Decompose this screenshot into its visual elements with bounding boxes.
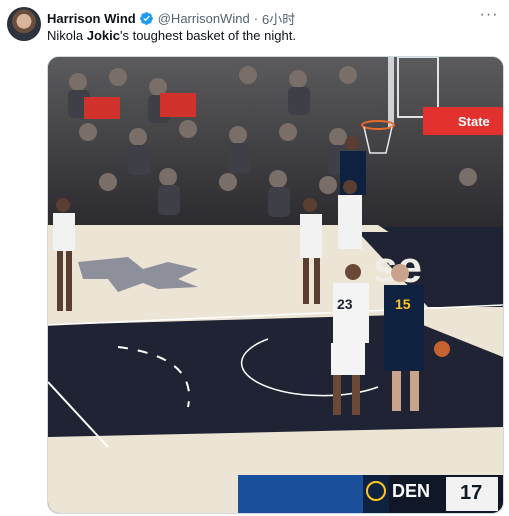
scoreboard: DEN 17 (238, 475, 503, 513)
sponsor-sign-text: State (458, 114, 490, 129)
cooler-left (84, 97, 120, 119)
more-options-icon[interactable]: ··· (479, 7, 499, 25)
separator-dot: · (253, 10, 259, 26)
jersey-number-15: 15 (395, 296, 411, 312)
court-paint-dark (48, 315, 503, 437)
jersey-number-23: 23 (337, 296, 353, 312)
tweet-text-end: 's toughest basket of the night. (120, 28, 296, 43)
tweet-text-start: Nikola (47, 28, 87, 43)
cooler-right (160, 93, 196, 117)
tweet-timestamp[interactable]: 6小时 (262, 9, 295, 28)
tweet-text: Nikola Jokic's toughest basket of the ni… (47, 28, 296, 43)
author-name[interactable]: Harrison Wind (47, 11, 136, 26)
game-frame: State se (48, 57, 503, 513)
scoreboard-team: DEN (392, 481, 430, 501)
tweet-card[interactable]: Harrison Wind @HarrisonWind · 6小时 ··· Ni… (0, 0, 509, 516)
author-handle[interactable]: @HarrisonWind (158, 11, 250, 26)
video-media[interactable]: State se (47, 56, 504, 514)
hoop-support (388, 57, 394, 127)
author-avatar[interactable] (7, 7, 41, 41)
scoreboard-score: 17 (460, 482, 482, 504)
tweet-header: Harrison Wind @HarrisonWind · 6小时 (47, 8, 295, 28)
basketball (434, 341, 450, 357)
tweet-text-bold-name: Jokic (86, 28, 120, 43)
verified-badge-icon (139, 11, 153, 25)
